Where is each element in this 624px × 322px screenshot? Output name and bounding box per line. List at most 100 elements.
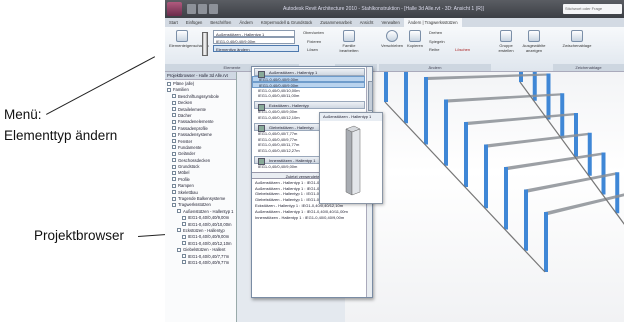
column-right [615,172,620,214]
tab-view[interactable]: Ansicht [356,18,378,27]
roof-beam [445,93,565,103]
3d-viewport[interactable] [345,32,624,322]
expand-toggle-icon[interactable] [172,170,176,175]
properties-icon [176,30,188,42]
mirror-button[interactable]: Spiegeln [429,39,451,44]
browser-node-label: Fassadenprofile [178,125,208,131]
create-group-label: Gruppe erstellen [498,43,514,53]
tab-manage[interactable]: Verwalten [377,18,403,27]
column-right [519,34,523,82]
quick-access-open-icon[interactable] [187,4,196,14]
browser-node-label: IEG1-0,40/0,40/9,00m [188,234,230,240]
tab-modify-columns[interactable]: Ändern | Tragwerksstützen [403,18,462,27]
expand-toggle-icon[interactable] [177,247,181,252]
panel-label-modify: Ändern [379,64,491,71]
app-menu-button[interactable] [167,2,182,16]
tab-modify[interactable]: Ändern [235,18,257,27]
column-left [484,144,488,209]
tab-massing-site[interactable]: Körpermodell & Grundstück [257,18,316,27]
pin-button[interactable]: Fixieren [307,39,331,44]
tooltip-title: Außenstützen - Hallentyp 1 [320,113,382,121]
edit-family-button[interactable]: Familie bearbeiten [337,30,361,53]
array-button[interactable]: Reihe [429,47,451,52]
tab-insert[interactable]: Einfügen [182,18,207,27]
tab-collaborate[interactable]: Zusammenarbeit [316,18,355,27]
expand-toggle-icon[interactable] [172,132,176,137]
browser-node-label: Außenstützen - Hallentyp 1 [183,208,234,214]
expand-toggle-icon[interactable] [172,164,176,169]
show-selected-label: Ausgewählte anzeigen [522,43,546,53]
group-icon [500,30,512,42]
type-selector-line2[interactable]: IEG1-0,40/0,40/9,00m [213,37,295,44]
browser-node[interactable]: IEG1-0,40/0,40/9,77m [165,260,236,266]
expand-toggle-icon[interactable] [172,145,176,150]
column-left [404,54,408,124]
clipboard-icon [571,30,583,42]
base-line-right [519,81,624,225]
copy-icon [409,30,421,42]
panel-label-clipboard: Zeichenablage [553,64,624,71]
expand-toggle-icon[interactable] [172,190,176,195]
steel-structure-model [384,32,624,273]
change-element-type-dropdown[interactable]: Elementtyp ändern [213,45,299,52]
expand-toggle-icon[interactable] [182,254,186,259]
project-browser[interactable]: Projektbrowser - Halle 3d Alle.rvt Pläne… [165,72,237,322]
expand-toggle-icon[interactable] [172,126,176,131]
expand-toggle-icon[interactable] [167,87,171,92]
browser-node-label: Profile [178,176,190,182]
expand-toggle-icon[interactable] [172,158,176,163]
column-right [601,152,606,195]
expand-toggle-icon[interactable] [182,241,186,246]
expand-toggle-icon[interactable] [182,215,186,220]
expand-toggle-icon[interactable] [172,183,176,188]
browser-node-label: Giebelstützen - Hallent [183,247,226,253]
browser-node-label: Tragwerksstützen [178,202,211,208]
browser-node-label: IEG1-0,40/0,40/10,00m [188,221,232,227]
dropdown-scroll-thumb[interactable] [367,81,373,111]
show-selected-button[interactable]: Ausgewählte anzeigen [521,30,547,53]
move-button[interactable]: Verschieben [381,30,403,48]
expand-toggle-icon[interactable] [167,81,171,86]
recent-type-option[interactable]: Innenstützen - Hallentyp 1 : IEG1-0,40/0… [252,215,365,221]
quick-access-undo-icon[interactable] [209,4,218,14]
column-right [546,73,551,120]
copy-label: Kopieren [406,43,423,48]
tab-annotate[interactable]: Beschriften [206,18,235,27]
top-bottom-button[interactable]: Oben/unten [303,30,329,35]
expand-toggle-icon[interactable] [172,100,176,105]
browser-node-label: IEG1-0,40/0,40/9,77m [188,259,230,265]
unpin-button[interactable]: Lösen [307,47,331,52]
expand-toggle-icon[interactable] [177,209,181,214]
expand-toggle-icon[interactable] [182,234,186,239]
type-option[interactable]: IEG1-0,40/0,40/11,00m [252,93,365,99]
show-selected-icon [528,30,540,42]
expand-toggle-icon[interactable] [172,94,176,99]
expand-toggle-icon[interactable] [172,177,176,182]
element-properties-button[interactable]: Elementeigenschaften [169,30,209,48]
copy-button[interactable]: Kopieren [405,30,425,48]
expand-toggle-icon[interactable] [172,196,176,201]
delete-button[interactable]: Löschen [455,47,477,52]
annotation-project-browser: Projektbrowser [34,228,125,243]
browser-node-label: Eckstützen - Hallentyp [183,227,225,233]
create-group-button[interactable]: Gruppe erstellen [495,30,517,53]
expand-toggle-icon[interactable] [177,228,181,233]
expand-toggle-icon[interactable] [172,151,176,156]
expand-toggle-icon[interactable] [172,202,176,207]
browser-node-label: Skelettbau [178,189,198,195]
column-left [544,212,548,272]
expand-toggle-icon[interactable] [182,260,186,265]
browser-node-label: Geländer [178,151,196,157]
help-search-input[interactable]: Stichwort oder Frage [563,4,622,14]
expand-toggle-icon[interactable] [172,107,176,112]
expand-toggle-icon[interactable] [182,222,186,227]
type-selector-line1[interactable]: Außenstützen - Hallentyp 1 [213,30,295,37]
clipboard-button[interactable]: Zwischenablage [557,30,597,48]
annotation-menu: Menü: [4,107,42,122]
tab-start[interactable]: Start [165,18,182,27]
quick-access-save-icon[interactable] [198,4,207,14]
expand-toggle-icon[interactable] [172,119,176,124]
rotate-button[interactable]: Drehen [429,30,451,35]
expand-toggle-icon[interactable] [172,139,176,144]
expand-toggle-icon[interactable] [172,113,176,118]
